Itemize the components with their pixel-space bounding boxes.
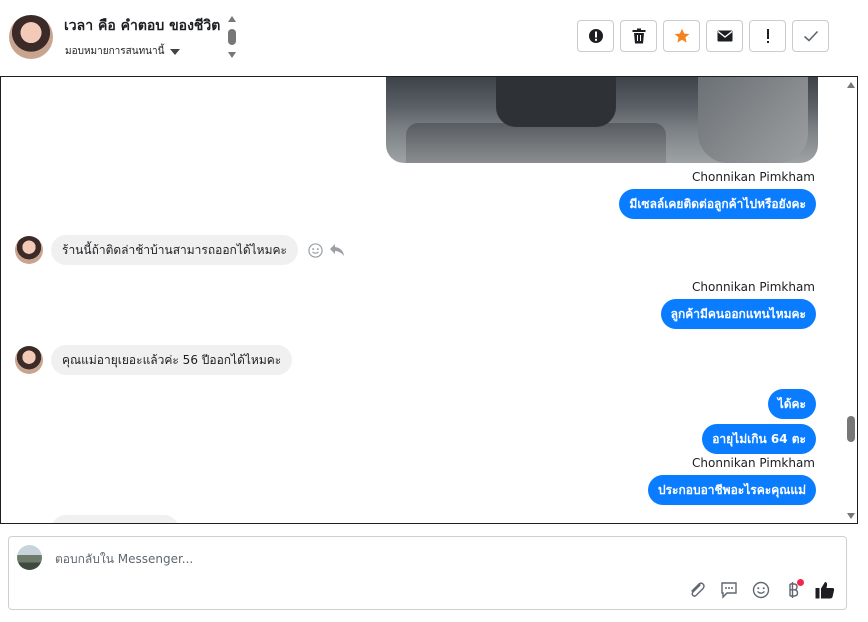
outgoing-message[interactable]: อายุไม่เกิน 64 ตะ: [702, 424, 816, 454]
assign-conversation-dropdown[interactable]: มอบหมายการสนทนานี้: [65, 44, 181, 59]
attach-file-button[interactable]: [686, 579, 708, 601]
paperclip-icon: [691, 582, 705, 597]
star-button[interactable]: [663, 20, 700, 52]
incoming-message-row: คุณแม่อายุเยอะแล้วค่ะ 56 ปีออกได้ไหมคะ: [15, 345, 293, 375]
composer-tools: [686, 579, 836, 601]
incoming-message[interactable]: ร้านนี้ถ้าติดล่าช้าบ้านสามารถออกได้ไหมคะ: [51, 235, 298, 265]
trash-icon: [632, 28, 645, 44]
incoming-message-row: ร้านนี้ถ้าติดล่าช้าบ้านสามารถออกได้ไหมคะ: [15, 235, 345, 265]
saved-replies-button[interactable]: [718, 579, 740, 601]
payment-button[interactable]: [782, 579, 804, 601]
alert-icon: [588, 29, 603, 43]
mark-spam-button[interactable]: [577, 20, 614, 52]
mail-icon: [717, 30, 732, 42]
sender-name: Chonnikan Pimkham: [692, 170, 815, 184]
outgoing-message[interactable]: ลูกค้ามีคนออกแทนไหมคะ: [660, 299, 816, 329]
scroll-thumb[interactable]: [228, 29, 236, 45]
mark-unread-button[interactable]: [706, 20, 743, 52]
like-button[interactable]: [814, 579, 836, 601]
incoming-message-partial[interactable]: [51, 515, 179, 523]
scroll-up-arrow-icon[interactable]: [847, 82, 855, 88]
contact-avatar-small[interactable]: [15, 236, 43, 264]
reply-icon[interactable]: [329, 243, 345, 257]
thread-scrollbar[interactable]: [845, 78, 857, 522]
emoji-button[interactable]: [750, 579, 772, 601]
scroll-thumb[interactable]: [847, 416, 855, 442]
contact-avatar[interactable]: [9, 15, 53, 59]
notification-dot: [797, 579, 804, 586]
contact-avatar-small[interactable]: [15, 346, 43, 374]
thumbs-up-icon: [815, 582, 835, 599]
outgoing-message[interactable]: ประกอบอาชีพอะไรคะคุณแม่: [647, 475, 816, 505]
outgoing-message[interactable]: มีเซลล์เคยติดต่อลูกค้าไปหรือยังคะ: [619, 189, 816, 219]
shared-photo[interactable]: [386, 77, 818, 163]
chat-bubble-icon: [721, 582, 737, 599]
reply-input[interactable]: [53, 546, 657, 572]
star-icon: [674, 28, 689, 43]
follow-up-button[interactable]: [749, 20, 786, 52]
exclamation-icon: [766, 29, 769, 43]
reply-composer: [8, 536, 847, 610]
message-actions: [308, 242, 345, 258]
assign-conversation-label: มอบหมายการสนทนานี้: [65, 46, 165, 57]
smiley-icon: [752, 581, 770, 599]
page-avatar: [17, 545, 42, 570]
caret-down-icon: [170, 48, 181, 55]
outgoing-message[interactable]: ได้คะ: [767, 389, 816, 419]
contact-name[interactable]: เวลา คือ คำตอบ ของชีวิต: [64, 15, 220, 37]
sender-name: Chonnikan Pimkham: [692, 280, 815, 294]
header-scrollbar[interactable]: [227, 14, 237, 62]
emoji-reaction-icon[interactable]: [308, 242, 323, 258]
sender-name: Chonnikan Pimkham: [692, 456, 815, 470]
delete-button[interactable]: [620, 20, 657, 52]
scroll-down-arrow-icon[interactable]: [847, 513, 855, 519]
scroll-down-arrow-icon[interactable]: [228, 52, 236, 58]
conversation-header: เวลา คือ คำตอบ ของชีวิต มอบหมายการสนทนาน…: [0, 0, 868, 76]
scroll-up-arrow-icon[interactable]: [228, 16, 236, 22]
message-thread[interactable]: Chonnikan Pimkham มีเซลล์เคยติดต่อลูกค้า…: [0, 76, 858, 524]
check-icon: [803, 30, 818, 42]
conversation-toolbar: [577, 20, 829, 52]
mark-done-button[interactable]: [792, 20, 829, 52]
incoming-message[interactable]: คุณแม่อายุเยอะแล้วค่ะ 56 ปีออกได้ไหมคะ: [51, 345, 293, 375]
